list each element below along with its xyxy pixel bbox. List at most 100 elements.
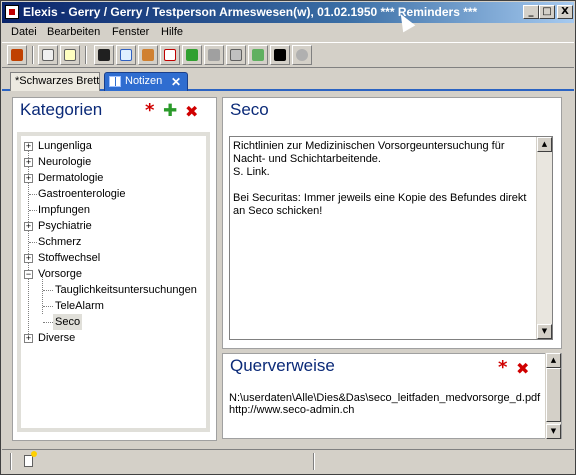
note-scrollbar[interactable]: ▲ ▼ [536, 137, 552, 339]
expand-icon[interactable]: + [24, 222, 33, 231]
tab-schwarzes-brett[interactable]: *Schwarzes Brett [10, 72, 100, 91]
scroll-up-button[interactable]: ▲ [546, 353, 561, 368]
required-star-icon: * [498, 357, 508, 378]
view-tabs: *Schwarzes Brett Notizen ✕ [2, 69, 574, 91]
tree-connector [43, 290, 53, 291]
expand-icon[interactable]: + [24, 334, 33, 343]
reference-link-pdf[interactable]: N:\userdaten\Alle\Dies&Das\seco_leitfade… [229, 392, 543, 404]
report-icon[interactable] [160, 45, 180, 65]
scroll-down-button[interactable]: ▼ [537, 324, 552, 339]
home-icon[interactable] [7, 45, 27, 65]
editor-area: Kategorien * ✚ ✖ + Lungenliga + Neurolog… [2, 91, 574, 447]
tree-item-label: Tauglichkeitsuntersuchungen [55, 284, 197, 296]
maximize-button[interactable]: □ [539, 5, 555, 19]
tree-item-seco[interactable]: Seco [21, 314, 201, 330]
tree-item-label: TeleAlarm [55, 300, 104, 312]
querverweise-scrollbar[interactable]: ▲ ▼ [545, 353, 561, 439]
people-icon[interactable] [138, 45, 158, 65]
toolbar [2, 42, 574, 68]
tree-item-label: Neurologie [38, 156, 92, 168]
tree-item-label: Stoffwechsel [38, 252, 101, 264]
edit-icon[interactable] [226, 45, 246, 65]
minimize-button[interactable]: _ [523, 5, 539, 19]
tab-notizen-label: Notizen [125, 75, 163, 87]
tree-item-schmerz[interactable]: Schmerz [21, 234, 201, 250]
tree-item-gastroenterologie[interactable]: Gastroenterologie [21, 186, 201, 202]
close-button[interactable]: X [557, 5, 573, 19]
tree-item-label: Schmerz [38, 236, 82, 248]
collapse-icon[interactable]: − [24, 270, 33, 279]
tree-connector [29, 210, 37, 211]
status-divider [10, 453, 12, 470]
close-tab-icon[interactable]: ✕ [171, 74, 181, 91]
expand-icon[interactable]: + [24, 142, 33, 151]
tree-item-diverse[interactable]: + Diverse [21, 330, 201, 346]
expand-icon[interactable]: + [24, 158, 33, 167]
chart-icon[interactable] [116, 45, 136, 65]
tree-item-label: Gastroenterologie [38, 188, 126, 200]
status-divider [313, 453, 315, 470]
menu-datei[interactable]: Datei [11, 26, 37, 38]
tree-item-tauglichkeitsuntersuchungen[interactable]: Tauglichkeitsuntersuchungen [21, 282, 201, 298]
tree-connector [29, 194, 37, 195]
menu-bearbeiten[interactable]: Bearbeiten [47, 26, 100, 38]
tree-connector [29, 242, 37, 243]
tree-item-label: Diverse [38, 332, 76, 344]
tree-item-vorsorge[interactable]: − Vorsorge [21, 266, 201, 282]
tree-item-telealarm[interactable]: TeleAlarm [21, 298, 201, 314]
querverweise-panel: Querverweise * ✖ N:\userdaten\Alle\Dies&… [222, 353, 562, 439]
category-tree[interactable]: + Lungenliga + Neurologie + Dermatologie… [17, 132, 210, 432]
tree-item-label: Vorsorge [38, 268, 83, 280]
tree-item-label: Dermatologie [38, 172, 104, 184]
toolbar-separator [32, 46, 34, 64]
application-window: Elexis - Gerry / Gerry / Testperson Arme… [0, 0, 576, 475]
kategorien-panel: Kategorien * ✚ ✖ + Lungenliga + Neurolog… [12, 97, 217, 441]
add-category-icon[interactable]: ✚ [163, 103, 177, 120]
tree-item-psychiatrie[interactable]: + Psychiatrie [21, 218, 201, 234]
list-icon[interactable] [38, 45, 58, 65]
check-icon[interactable] [182, 45, 202, 65]
black-box-icon[interactable] [270, 45, 290, 65]
pill-icon[interactable] [292, 45, 312, 65]
tree-connector [43, 322, 53, 323]
note-text-area[interactable]: Richtlinien zur Medizinischen Vorsorgeun… [229, 136, 553, 340]
reference-link-url[interactable]: http://www.seco-admin.ch [229, 404, 543, 416]
tree-item-impfungen[interactable]: Impfungen [21, 202, 201, 218]
querverweise-title: Querverweise [230, 356, 335, 375]
note-panel: Seco Richtlinien zur Medizinischen Vorso… [222, 97, 562, 349]
title-bar[interactable]: Elexis - Gerry / Gerry / Testperson Arme… [2, 2, 574, 33]
tree-connector [43, 306, 53, 307]
note-icon[interactable] [60, 45, 80, 65]
tree-item-label: Psychiatrie [38, 220, 92, 232]
expand-icon[interactable]: + [24, 254, 33, 263]
tree-item-label: Lungenliga [38, 140, 92, 152]
status-bar [2, 449, 574, 473]
menu-bar: Datei Bearbeiten Fenster Hilfe [2, 24, 574, 42]
toolbar-separator [85, 46, 87, 64]
stamp-icon[interactable] [248, 45, 268, 65]
scroll-thumb[interactable] [546, 368, 561, 422]
note-text[interactable]: Richtlinien zur Medizinischen Vorsorgeun… [233, 140, 533, 218]
tree-item-lungenliga[interactable]: + Lungenliga [21, 138, 201, 154]
up-icon[interactable] [204, 45, 224, 65]
kategorien-title: Kategorien [20, 100, 103, 119]
expand-icon[interactable]: + [24, 174, 33, 183]
tree-item-dermatologie[interactable]: + Dermatologie [21, 170, 201, 186]
scroll-down-button[interactable]: ▼ [546, 424, 561, 439]
tree-item-stoffwechsel[interactable]: + Stoffwechsel [21, 250, 201, 266]
tree-item-label: Seco [53, 314, 83, 330]
menu-fenster[interactable]: Fenster [112, 26, 149, 38]
new-document-icon[interactable] [24, 451, 37, 467]
menu-hilfe[interactable]: Hilfe [161, 26, 183, 38]
delete-category-icon[interactable]: ✖ [185, 104, 198, 120]
reference-list: N:\userdaten\Alle\Dies&Das\seco_leitfade… [229, 392, 543, 416]
tree-item-label: Impfungen [38, 204, 90, 216]
car-icon[interactable] [94, 45, 114, 65]
tab-notizen[interactable]: Notizen ✕ [104, 72, 188, 91]
delete-reference-icon[interactable]: ✖ [516, 361, 529, 377]
tree-item-neurologie[interactable]: + Neurologie [21, 154, 201, 170]
scroll-up-button[interactable]: ▲ [537, 137, 552, 152]
note-title: Seco [230, 100, 269, 119]
app-icon[interactable] [5, 5, 19, 19]
book-icon [109, 76, 121, 87]
